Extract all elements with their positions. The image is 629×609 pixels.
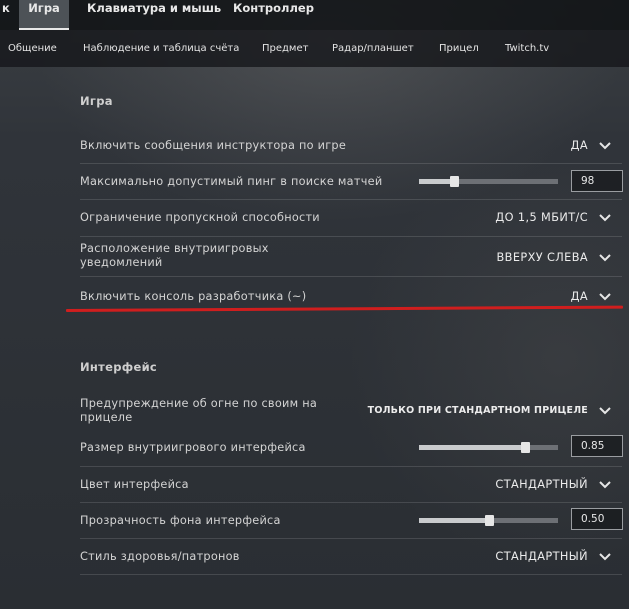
- row-divider: [80, 574, 622, 575]
- setting-row-max-ping[interactable]: Максимально допустимый пинг в поиске мат…: [80, 164, 623, 200]
- dropdown-value[interactable]: ДА: [571, 139, 588, 152]
- setting-row-hud-color[interactable]: Цвет интерфейса СТАНДАРТНЫЙ: [80, 467, 622, 503]
- tab-controller[interactable]: Контроллер: [233, 0, 314, 31]
- slider-fill: [419, 445, 525, 450]
- setting-row-notification-position[interactable]: Расположение внутриигровых уведомлений В…: [80, 237, 622, 277]
- dropdown-value[interactable]: ДА: [571, 290, 588, 303]
- chevron-down-icon[interactable]: [598, 480, 612, 490]
- tab-game[interactable]: Игра: [19, 0, 69, 30]
- dropdown-value[interactable]: ВВЕРХУ СЛЕВА: [497, 251, 588, 264]
- setting-row-developer-console[interactable]: Включить консоль разработчика (~) ДА: [80, 277, 622, 309]
- setting-label: Включить консоль разработчика (~): [80, 290, 307, 303]
- subtab-communication[interactable]: Общение: [8, 43, 57, 54]
- setting-label: Ограничение пропускной способности: [80, 211, 320, 224]
- dropdown-value[interactable]: ТОЛЬКО ПРИ СТАНДАРТНОМ ПРИЦЕЛЕ: [368, 405, 588, 416]
- setting-label: Включить сообщения инструктора по игре: [80, 139, 347, 152]
- section-title-game: Игра: [80, 94, 113, 108]
- chevron-down-icon[interactable]: [598, 213, 612, 223]
- subtab-spectator-scoreboard[interactable]: Наблюдение и таблица счёта: [83, 43, 239, 54]
- subtab-crosshair[interactable]: Прицел: [439, 43, 479, 54]
- setting-row-hud-scale[interactable]: Размер внутриигрового интерфейса 0.85: [80, 431, 623, 467]
- ping-slider[interactable]: [419, 176, 558, 187]
- setting-label: Предупреждение об огне по своим на прице…: [80, 397, 318, 424]
- section-title-interface: Интерфейс: [80, 360, 158, 374]
- hud-scale-slider[interactable]: [419, 442, 558, 453]
- chevron-down-icon[interactable]: [598, 552, 612, 562]
- setting-label: Цвет интерфейса: [80, 478, 189, 491]
- dropdown-value[interactable]: СТАНДАРТНЫЙ: [495, 550, 588, 563]
- slider-handle[interactable]: [484, 515, 494, 526]
- setting-row-hud-background-alpha[interactable]: Прозрачность фона интерфейса 0.50: [80, 503, 623, 539]
- setting-label: Прозрачность фона интерфейса: [80, 514, 281, 527]
- slider-fill: [419, 179, 454, 184]
- dropdown-value[interactable]: ДО 1,5 МБИТ/С: [495, 211, 588, 224]
- dropdown-value[interactable]: СТАНДАРТНЫЙ: [495, 478, 588, 491]
- ping-value-input[interactable]: 98: [571, 170, 623, 192]
- tab-partial[interactable]: к: [2, 0, 10, 31]
- setting-row-instructor-messages[interactable]: Включить сообщения инструктора по игре Д…: [80, 128, 622, 164]
- setting-label: Стиль здоровья/патронов: [80, 550, 240, 563]
- hud-scale-value-input[interactable]: 0.85: [571, 435, 623, 457]
- setting-row-health-ammo-style[interactable]: Стиль здоровья/патронов СТАНДАРТНЫЙ: [80, 539, 622, 575]
- chevron-down-icon[interactable]: [598, 406, 612, 416]
- setting-row-bandwidth-limit[interactable]: Ограничение пропускной способности ДО 1,…: [80, 200, 622, 237]
- hud-alpha-slider[interactable]: [419, 515, 558, 526]
- chevron-down-icon[interactable]: [598, 292, 612, 302]
- subtab-radar-tablet[interactable]: Радар/планшет: [332, 43, 414, 54]
- setting-label: Размер внутриигрового интерфейса: [80, 441, 306, 454]
- setting-label: Расположение внутриигровых уведомлений: [80, 242, 269, 269]
- subtab-item[interactable]: Предмет: [262, 43, 308, 54]
- chevron-down-icon[interactable]: [598, 141, 612, 151]
- chevron-down-icon[interactable]: [598, 253, 612, 263]
- hud-alpha-value-input[interactable]: 0.50: [571, 508, 623, 530]
- slider-fill: [419, 518, 489, 523]
- subtab-twitch[interactable]: Twitch.tv: [505, 43, 549, 54]
- slider-handle[interactable]: [449, 176, 459, 187]
- setting-label: Максимально допустимый пинг в поиске мат…: [80, 175, 383, 188]
- slider-handle[interactable]: [520, 442, 530, 453]
- setting-row-friendly-fire-warning[interactable]: Предупреждение об огне по своим на прице…: [80, 393, 622, 431]
- tab-keyboard-mouse[interactable]: Клавиатура и мышь: [87, 0, 221, 31]
